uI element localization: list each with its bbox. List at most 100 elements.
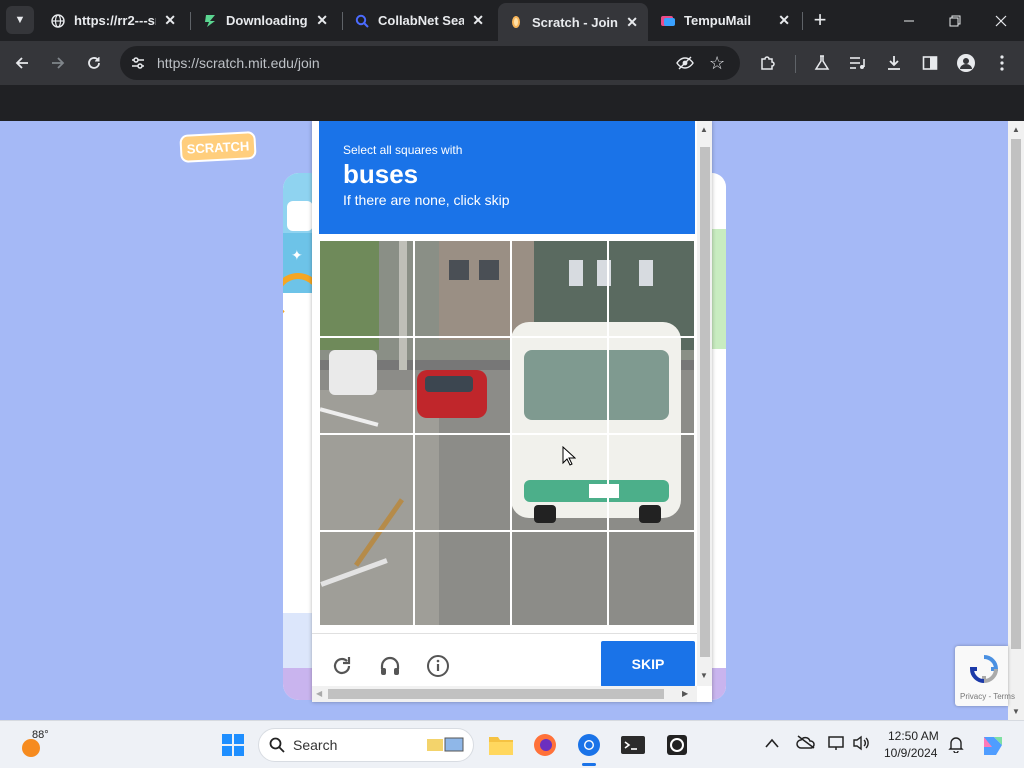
clock-date[interactable]: 10/9/2024 [884, 746, 937, 760]
captcha-tile[interactable] [414, 434, 511, 531]
download-icon [888, 56, 900, 70]
refresh-icon[interactable] [328, 652, 356, 680]
close-icon[interactable]: ✕ [316, 12, 328, 29]
scrollbar-thumb[interactable] [700, 147, 710, 657]
firefox-icon[interactable] [530, 730, 560, 760]
scrollbar-thumb[interactable] [1011, 139, 1021, 649]
captcha-tile[interactable] [319, 240, 414, 337]
onedrive-offline-icon[interactable] [796, 735, 816, 752]
reload-button[interactable] [82, 51, 106, 75]
forward-button[interactable] [46, 51, 70, 75]
captcha-tile[interactable] [608, 337, 695, 434]
chevron-down-icon: ▼ [14, 14, 26, 26]
restore-button[interactable] [932, 8, 978, 34]
captcha-horizontal-scrollbar[interactable]: ◀ ▶ [312, 686, 697, 702]
search-placeholder: Search [293, 737, 338, 753]
profile-button[interactable] [954, 51, 978, 75]
display-icon[interactable] [828, 735, 846, 754]
scratch-logo[interactable]: SCRATCH [179, 131, 257, 163]
extensions-button[interactable] [756, 51, 780, 75]
close-icon[interactable]: ✕ [472, 12, 484, 29]
audio-challenge-icon[interactable] [376, 652, 404, 680]
captcha-tile[interactable] [319, 531, 414, 626]
captcha-tile[interactable] [414, 240, 511, 337]
captcha-instruction: Select all squares with [343, 143, 463, 157]
captcha-tile[interactable] [414, 337, 511, 434]
new-tab-button[interactable]: + [806, 6, 834, 34]
start-button[interactable] [218, 730, 248, 760]
captcha-tile[interactable] [319, 337, 414, 434]
close-window-button[interactable] [978, 8, 1024, 34]
captcha-tile[interactable] [511, 434, 608, 531]
tab-title: CollabNet Sear [378, 13, 465, 28]
mouse-cursor-icon [562, 446, 576, 466]
captcha-tile[interactable] [608, 531, 695, 626]
site-info-icon[interactable] [130, 55, 146, 76]
captcha-tile[interactable] [511, 337, 608, 434]
scrollbar-thumb[interactable] [328, 689, 664, 699]
app-icon[interactable] [662, 730, 692, 760]
minimize-button[interactable] [886, 8, 932, 34]
search-highlight-icon [425, 735, 467, 755]
media-controls-button[interactable] [846, 51, 870, 75]
scroll-right-arrow-icon[interactable]: ▶ [682, 689, 688, 698]
tab-1[interactable]: Downloading Y ✕ [192, 4, 338, 37]
scroll-up-arrow-icon[interactable]: ▲ [700, 125, 708, 134]
tab-4[interactable]: TempuMail ✕ [650, 4, 800, 37]
close-icon[interactable]: ✕ [778, 12, 790, 29]
tracking-protection-icon[interactable] [676, 54, 694, 77]
scratch-cat-icon [508, 14, 524, 30]
terminal-icon[interactable] [618, 730, 648, 760]
chevron-up-icon[interactable] [765, 735, 779, 751]
info-icon[interactable] [424, 652, 452, 680]
copilot-icon[interactable] [980, 733, 1006, 762]
captcha-target-object: buses [343, 159, 419, 189]
browser-toolbar: https://scratch.mit.edu/join ☆ [0, 41, 1024, 85]
labs-button[interactable] [810, 51, 834, 75]
taskbar-search[interactable]: Search [258, 728, 474, 762]
page-vertical-scrollbar[interactable]: ▲ ▼ [1008, 121, 1024, 720]
playlist-icon [850, 57, 865, 69]
scroll-up-arrow-icon[interactable]: ▲ [1012, 125, 1020, 134]
tab-3-active[interactable]: Scratch - Join S ✕ [498, 3, 648, 41]
close-icon[interactable]: ✕ [164, 12, 176, 29]
captcha-header: Select all squares with buses If there a… [319, 121, 695, 234]
side-panel-button[interactable] [918, 51, 942, 75]
file-explorer-icon[interactable] [486, 730, 516, 760]
bookmark-star-icon[interactable]: ☆ [709, 53, 725, 74]
captcha-tile[interactable] [414, 531, 511, 626]
tab-2[interactable]: CollabNet Sear ✕ [344, 4, 494, 37]
star-icon: ✦ [291, 247, 303, 263]
volume-icon[interactable] [852, 735, 872, 754]
downloader-icon [202, 13, 218, 29]
restore-icon [949, 15, 961, 27]
url-text[interactable]: https://scratch.mit.edu/join [157, 55, 320, 71]
downloads-button[interactable] [882, 51, 906, 75]
bookmark-bar [0, 85, 1024, 121]
plus-icon: + [813, 7, 827, 32]
captcha-tile[interactable] [608, 240, 695, 337]
captcha-tile[interactable] [319, 434, 414, 531]
captcha-tile[interactable] [511, 531, 608, 626]
chrome-icon[interactable] [574, 730, 604, 760]
scroll-left-arrow-icon[interactable]: ◀ [316, 689, 322, 698]
back-button[interactable] [10, 51, 34, 75]
address-bar[interactable]: https://scratch.mit.edu/join ☆ [120, 46, 740, 80]
notification-bell-icon[interactable] [948, 735, 964, 756]
menu-button[interactable] [990, 51, 1014, 75]
recaptcha-links[interactable]: Privacy - Terms [960, 692, 1015, 701]
tab-0[interactable]: https://rr2---sn ✕ [40, 4, 186, 37]
skip-button[interactable]: SKIP [601, 641, 695, 687]
weather-temperature: 88° [32, 729, 49, 741]
clock-time[interactable]: 12:50 AM [888, 729, 939, 743]
captcha-vertical-scrollbar[interactable]: ▲ ▼ [697, 121, 712, 686]
close-icon[interactable]: ✕ [626, 14, 638, 31]
weather-widget[interactable]: 88° [18, 729, 58, 761]
scroll-down-arrow-icon[interactable]: ▼ [700, 671, 708, 680]
captcha-tile[interactable] [511, 240, 608, 337]
captcha-tile[interactable] [608, 434, 695, 531]
tab-separator [190, 12, 191, 30]
tab-search-button[interactable]: ▼ [6, 6, 34, 34]
scroll-down-arrow-icon[interactable]: ▼ [1012, 707, 1020, 716]
recaptcha-badge[interactable]: Privacy - Terms [955, 646, 1015, 706]
